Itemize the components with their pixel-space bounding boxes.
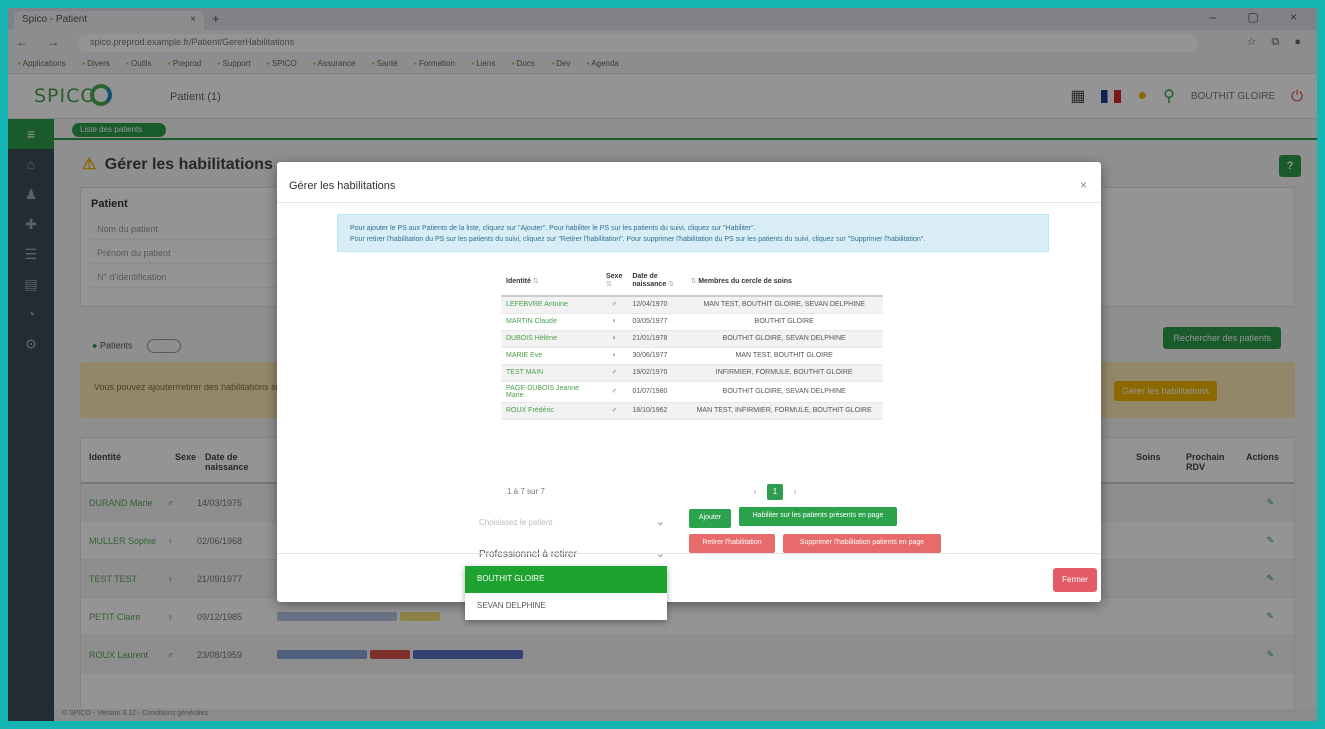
table-header-row: Identité ⇅ Sexe ⇅ Date de naissance ⇅ ⇅ …: [501, 266, 883, 297]
cell-sexe: ♂: [601, 296, 628, 314]
cell-date: 21/01/1978: [627, 330, 686, 348]
table-row[interactable]: ROUX Frédéric ♂ 18/10/1962 MAN TEST, INFIRM…: [501, 402, 883, 420]
sort-icon[interactable]: ⇅: [668, 281, 674, 288]
cell-membres: BOUTHIT GLOIRE, SEVAN DELPHINE: [685, 330, 883, 348]
cell-date: 18/10/1962: [627, 402, 686, 420]
table-body: LEFEBVRE Antoine ♂ 12/04/1970 MAN TEST, BOU…: [501, 296, 883, 420]
dropdown-option[interactable]: BOUTHIT GLOIRE: [465, 566, 667, 593]
cell-identite[interactable]: MARTIN Claude: [501, 313, 601, 331]
close-button[interactable]: Fermer: [1053, 568, 1097, 592]
patient-select[interactable]: Choisissez le patient: [473, 512, 669, 534]
cell-identite[interactable]: PAGE-DUBOIS Jeanne Marie: [501, 381, 601, 403]
column-label: Membres du cercle de soins: [698, 277, 792, 285]
table-row[interactable]: LEFEBVRE Antoine ♂ 12/04/1970 MAN TEST, BOU…: [501, 296, 883, 314]
professional-dropdown-list: BOUTHIT GLOIRE SEVAN DELPHINE: [465, 566, 667, 620]
sort-icon[interactable]: ⇅: [606, 281, 612, 288]
cell-membres: BOUTHIT GLOIRE, SEVAN DELPHINE: [685, 381, 883, 403]
cell-date: 30/06/1977: [627, 347, 686, 365]
cell-membres: MAN TEST, BOUTHIT GLOIRE: [685, 347, 883, 365]
pagination: ‹ 1 ›: [747, 484, 803, 500]
info-line: Pour retirer l'habilitation du PS sur le…: [350, 236, 926, 243]
cell-sexe: ♀: [601, 313, 628, 331]
cell-identite[interactable]: LEFEBVRE Antoine: [501, 296, 601, 314]
habilitations-modal: Gérer les habilitations × Pour ajouter l…: [277, 162, 1101, 602]
cell-sexe: ♀: [601, 347, 628, 365]
records-count: 1 à 7 sur 7: [507, 487, 545, 496]
retirer-button[interactable]: Retirer l'habilitation: [689, 534, 775, 553]
cell-identite[interactable]: ROUX Frédéric: [501, 402, 601, 420]
table-row[interactable]: DUBOIS Hélène ♀ 21/01/1978 BOUTHIT GLOIRE, …: [501, 330, 883, 348]
column-label: Date de naissance: [632, 273, 667, 288]
prev-page-button[interactable]: ‹: [747, 484, 763, 500]
column-label: Identité: [506, 277, 531, 285]
info-alert: Pour ajouter le PS aux Patients de la li…: [337, 214, 1049, 252]
cell-sexe: ♂: [601, 364, 628, 382]
modal-divider: [277, 202, 1101, 203]
modal-footer-divider: [277, 553, 1101, 554]
table-row[interactable]: TEST MAIN ♂ 19/02/1970 INFIRMIER, FORMULE, …: [501, 364, 883, 382]
cell-date: 03/05/1977: [627, 313, 686, 331]
cell-sexe: ♂: [601, 381, 628, 403]
column-label: Sexe: [606, 273, 623, 280]
table-row[interactable]: MARTIN Claude ♀ 03/05/1977 BOUTHIT GLOIRE: [501, 313, 883, 331]
column-sexe[interactable]: Sexe ⇅: [601, 266, 628, 297]
cell-identite[interactable]: TEST MAIN: [501, 364, 601, 382]
cell-membres: INFIRMIER, FORMULE, BOUTHIT GLOIRE: [685, 364, 883, 382]
table-row[interactable]: MARIE Eve ♀ 30/06/1977 MAN TEST, BOUTHIT GL…: [501, 347, 883, 365]
habilitations-table: Identité ⇅ Sexe ⇅ Date de naissance ⇅ ⇅ …: [501, 266, 883, 420]
cell-membres: BOUTHIT GLOIRE: [685, 313, 883, 331]
cell-date: 19/02/1970: [627, 364, 686, 382]
cell-identite[interactable]: DUBOIS Hélène: [501, 330, 601, 348]
table-row[interactable]: PAGE-DUBOIS Jeanne Marie ♂ 01/07/1980 BOUTH…: [501, 381, 883, 403]
cell-identite[interactable]: MARIE Eve: [501, 347, 601, 365]
browser-window: Spico - Patient × + – ▢ × ← → ⟳ spico.pr…: [8, 8, 1317, 721]
column-date[interactable]: Date de naissance ⇅: [627, 266, 686, 297]
close-icon[interactable]: ×: [1080, 178, 1087, 192]
page-button-1[interactable]: 1: [767, 484, 783, 500]
cell-date: 12/04/1970: [627, 296, 686, 314]
professional-select[interactable]: Professionnel à retirer: [473, 544, 669, 566]
modal-title: Gérer les habilitations: [289, 180, 396, 192]
cell-membres: MAN TEST, INFIRMIER, FORMULE, BOUTHIT GL…: [685, 402, 883, 420]
cell-date: 01/07/1980: [627, 381, 686, 403]
cell-sexe: ♂: [601, 402, 628, 420]
dropdown-option[interactable]: SEVAN DELPHINE: [465, 593, 667, 620]
column-identite[interactable]: Identité ⇅: [501, 266, 601, 297]
supprimer-button[interactable]: Supprimer l'habilitation patients en pag…: [783, 534, 941, 553]
habiliter-button[interactable]: Habiliter sur les patients présents en p…: [739, 507, 897, 526]
cell-sexe: ♀: [601, 330, 628, 348]
add-button[interactable]: Ajouter: [689, 509, 731, 528]
next-page-button[interactable]: ›: [787, 484, 803, 500]
info-line: Pour ajouter le PS aux Patients de la li…: [350, 225, 756, 232]
column-membres[interactable]: ⇅ Membres du cercle de soins: [685, 266, 883, 297]
sort-icon[interactable]: ⇅: [690, 278, 696, 285]
cell-membres: MAN TEST, BOUTHIT GLOIRE, SEVAN DELPHINE: [685, 296, 883, 314]
sort-icon[interactable]: ⇅: [533, 278, 539, 285]
